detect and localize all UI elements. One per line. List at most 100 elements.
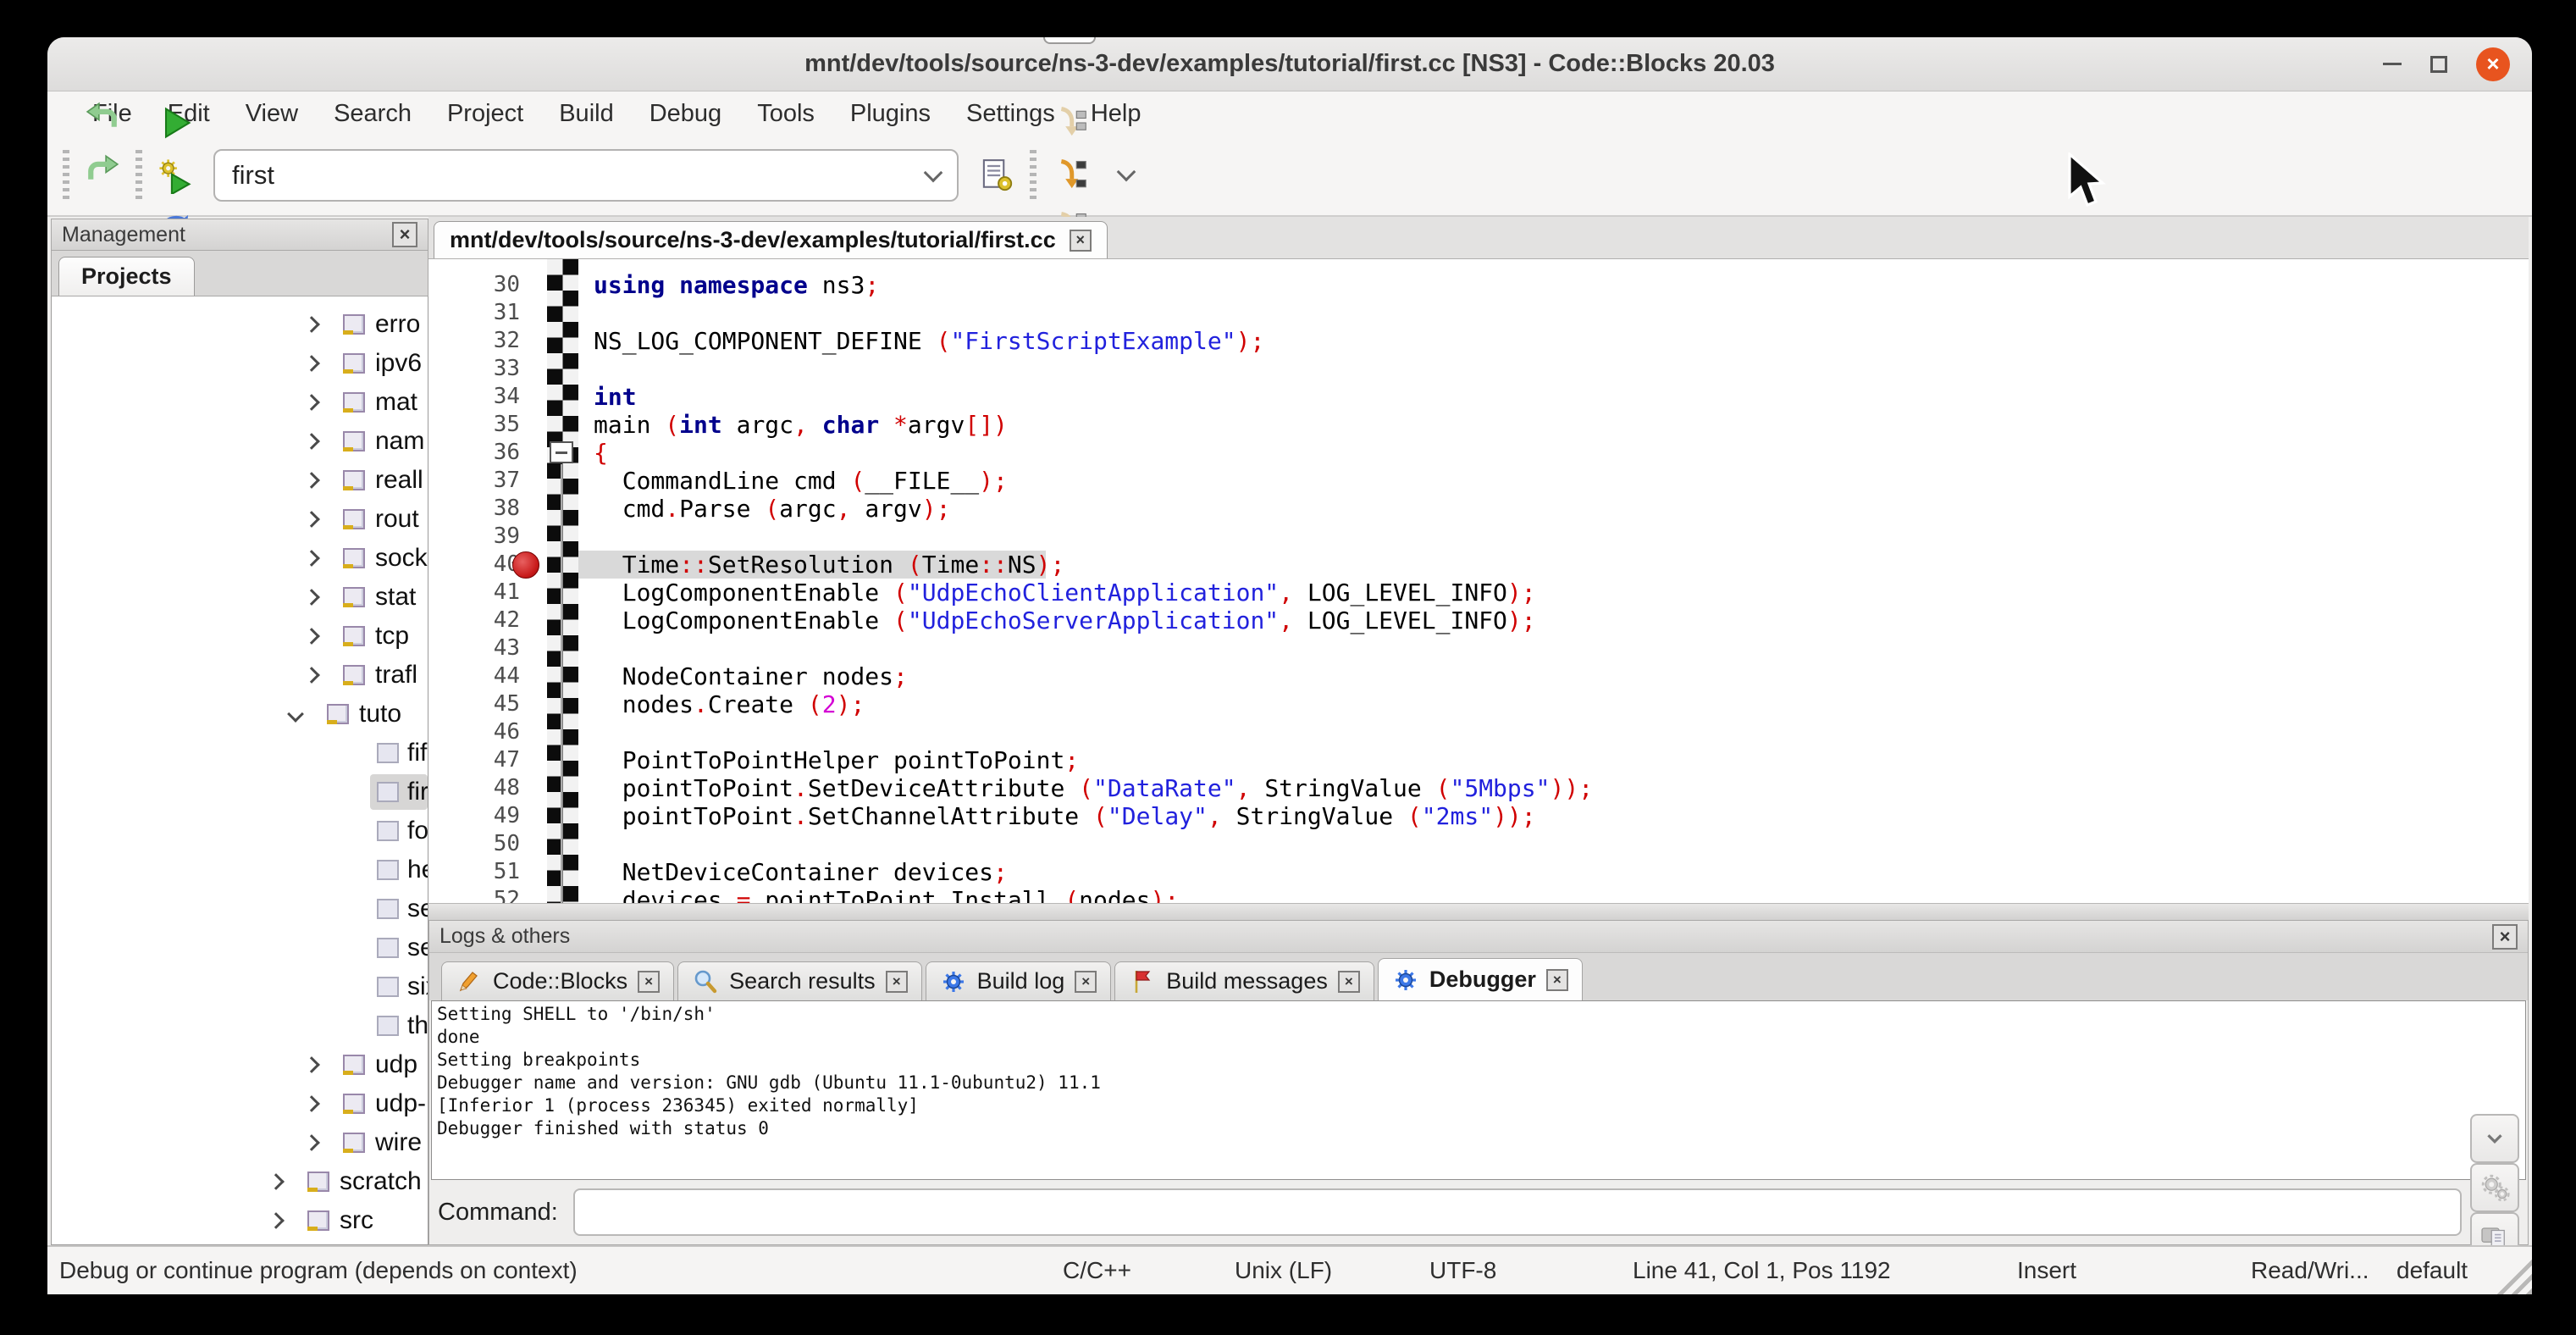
tree-expander-icon[interactable] <box>303 628 320 645</box>
tree-item-ipv6[interactable]: ipv6 <box>52 344 428 383</box>
fold-marker[interactable] <box>550 441 573 463</box>
log-tab-debugger[interactable]: Debugger× <box>1378 958 1583 1000</box>
tree-item-tuto[interactable]: tuto <box>52 695 428 734</box>
logs-close-icon[interactable]: × <box>2492 924 2518 950</box>
undo-button[interactable] <box>76 89 129 141</box>
folder-icon <box>343 353 365 374</box>
tree-item-nam[interactable]: nam <box>52 422 428 461</box>
toolbar-grip[interactable] <box>63 150 69 201</box>
build-target-button[interactable] <box>970 149 1023 202</box>
log-tab-close-icon[interactable]: × <box>1075 971 1097 993</box>
tree-item-he[interactable]: he <box>52 850 428 889</box>
dropdown-chevron-button[interactable] <box>2470 1114 2519 1163</box>
maximize-button[interactable] <box>2430 56 2447 73</box>
tree-item-erro[interactable]: erro <box>52 305 428 344</box>
tree-expander-icon[interactable] <box>268 1212 285 1229</box>
toolbar-grip[interactable] <box>1030 150 1036 201</box>
tree-expander-icon[interactable] <box>303 667 320 684</box>
log-tab-close-icon[interactable]: × <box>886 971 908 993</box>
menu-search[interactable]: Search <box>316 100 429 128</box>
tree-item-six[interactable]: six <box>52 967 428 1006</box>
build-target-input[interactable] <box>232 160 926 191</box>
breakpoint-marker[interactable] <box>512 551 539 579</box>
menu-debug[interactable]: Debug <box>632 100 739 128</box>
tree-item-label: trafl <box>375 661 417 690</box>
tree-item-label: tuto <box>359 700 401 728</box>
tree-expander-icon[interactable] <box>268 1173 285 1190</box>
minimize-button[interactable] <box>2383 63 2402 65</box>
tree-expander-icon[interactable] <box>303 316 320 333</box>
tree-item-label: scratch <box>340 1167 422 1196</box>
code-line: CommandLine cmd (__FILE__); <box>594 467 1008 495</box>
command-input[interactable] <box>573 1188 2462 1236</box>
tree-item-trafl[interactable]: trafl <box>52 656 428 695</box>
log-tab-close-icon[interactable]: × <box>1338 971 1360 993</box>
tree-item-th[interactable]: th <box>52 1006 428 1045</box>
next-line-button[interactable] <box>1043 97 1096 149</box>
tree-expander-icon[interactable] <box>303 433 320 450</box>
tree-expander-icon[interactable] <box>303 1134 320 1151</box>
management-close-icon[interactable]: × <box>392 222 417 247</box>
build-and-run-button[interactable] <box>149 149 202 202</box>
tree-expander-icon[interactable] <box>303 1095 320 1112</box>
close-button[interactable]: × <box>2476 47 2510 81</box>
editor-tab[interactable]: mnt/dev/tools/source/ns-3-dev/examples/t… <box>434 221 1108 258</box>
log-tab-close-icon[interactable]: × <box>638 971 660 993</box>
tree-item-reall[interactable]: reall <box>52 461 428 500</box>
log-tab-code-blocks[interactable]: Code::Blocks× <box>441 961 674 1000</box>
tree-item-fo[interactable]: fo <box>52 812 428 850</box>
chevron-down-icon[interactable] <box>924 163 943 183</box>
tree-expander-icon[interactable] <box>303 589 320 606</box>
tree-item-se[interactable]: se <box>52 928 428 967</box>
menu-tools[interactable]: Tools <box>739 100 832 128</box>
tree-item-udp-[interactable]: udp- <box>52 1084 428 1123</box>
editor-tab-row: mnt/dev/tools/source/ns-3-dev/examples/t… <box>428 217 2529 259</box>
tab-projects[interactable]: Projects <box>58 257 195 296</box>
redo-button[interactable] <box>76 141 129 194</box>
tree-expander-icon[interactable] <box>287 706 304 723</box>
title-bar[interactable]: mnt/dev/tools/source/ns-3-dev/examples/t… <box>47 37 2532 91</box>
status-bar: Debug or continue program (depends on co… <box>47 1245 2532 1294</box>
tree-item-mat[interactable]: mat <box>52 383 428 422</box>
menu-plugins[interactable]: Plugins <box>832 100 948 128</box>
resize-grip[interactable] <box>2493 1255 2532 1294</box>
log-tab-build-log[interactable]: Build log× <box>926 961 1112 1000</box>
tree-expander-icon[interactable] <box>303 550 320 567</box>
debug-continue-button[interactable] <box>1043 37 1096 44</box>
tree-item-rout[interactable]: rout <box>52 500 428 539</box>
menu-view[interactable]: View <box>228 100 316 128</box>
tree-item-tcp[interactable]: tcp <box>52 617 428 656</box>
tree-expander-icon[interactable] <box>303 472 320 489</box>
build-target-combobox[interactable] <box>213 149 959 202</box>
toolbar-overflow-chevron-icon[interactable] <box>1117 163 1136 182</box>
project-tree[interactable]: erroipv6matnamreallroutsockstattcp trafl t… <box>51 296 428 1245</box>
tree-expander-icon[interactable] <box>303 394 320 411</box>
code-editor[interactable]: 30using namespace ns3;3132NS_LOG_COMPONE… <box>428 259 2529 903</box>
log-tab-search-results[interactable]: Search results× <box>677 961 922 1000</box>
tree-item-wire[interactable]: wire <box>52 1123 428 1162</box>
log-tab-close-icon[interactable]: × <box>1546 969 1568 991</box>
tree-expander-icon[interactable] <box>303 355 320 372</box>
paste-folder-button[interactable] <box>2470 1212 2519 1245</box>
tree-item-scratch[interactable]: scratch <box>52 1162 428 1201</box>
tree-expander-icon[interactable] <box>303 1056 320 1073</box>
tree-item-fif[interactable]: fif <box>52 734 428 773</box>
tree-item-se[interactable]: se <box>52 889 428 928</box>
toolbar-grip[interactable] <box>135 150 142 201</box>
gears-button[interactable] <box>2470 1163 2519 1212</box>
menu-project[interactable]: Project <box>429 100 541 128</box>
tree-item-fir[interactable]: fir <box>52 773 428 812</box>
tree-expander-icon[interactable] <box>303 511 320 528</box>
tree-item-src[interactable]: src <box>52 1201 428 1240</box>
editor-margin[interactable] <box>547 259 578 903</box>
log-tab-build-messages[interactable]: Build messages× <box>1114 961 1374 1000</box>
tree-item-udp[interactable]: udp <box>52 1045 428 1084</box>
tree-item-sock[interactable]: sock <box>52 539 428 578</box>
menu-build[interactable]: Build <box>541 100 632 128</box>
tree-item-label: se <box>407 895 428 923</box>
run-button[interactable] <box>149 97 202 149</box>
editor-tab-close-icon[interactable]: × <box>1070 230 1092 252</box>
editor-horizontal-scrollbar[interactable] <box>428 903 2529 920</box>
tree-item-stat[interactable]: stat <box>52 578 428 617</box>
step-into-button[interactable] <box>1043 149 1096 202</box>
